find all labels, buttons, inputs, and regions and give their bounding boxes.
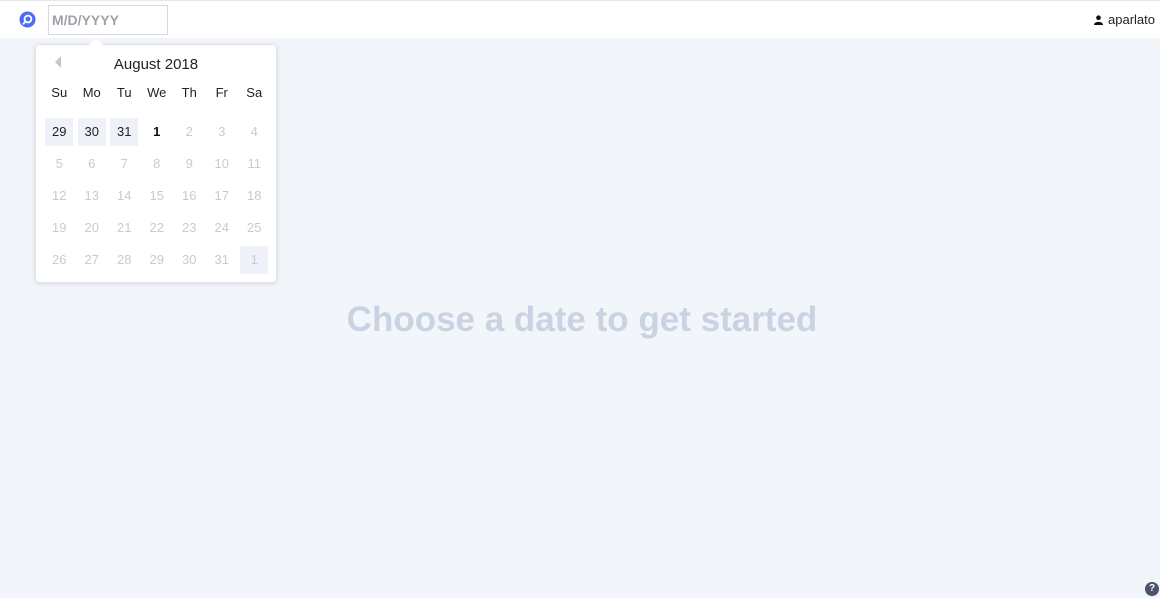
calendar-grid: 29 30 31 1 2 3 4 5 6 7 8 9 10 11 12 13 14 15 16 17 18 19 20 21 2… bbox=[43, 116, 271, 276]
calendar-day: 25 bbox=[238, 214, 271, 242]
calendar-day: 26 bbox=[43, 246, 76, 274]
day-number: 1 bbox=[153, 124, 161, 139]
day-number: 25 bbox=[247, 220, 262, 235]
calendar-day: 12 bbox=[43, 182, 76, 210]
weekday-label: Su bbox=[51, 85, 68, 100]
day-number: 23 bbox=[182, 220, 197, 235]
calendar-week: 19 20 21 22 23 24 25 bbox=[43, 212, 271, 244]
date-picker-popup: August 2018 Su Mo Tu We Th Fr Sa 29 30 31 1… bbox=[35, 38, 277, 283]
calendar-day[interactable]: 31 bbox=[108, 118, 141, 146]
day-number: 6 bbox=[88, 156, 96, 171]
calendar-week: 12 13 14 15 16 17 18 bbox=[43, 180, 271, 212]
calendar-day: 18 bbox=[238, 182, 271, 210]
calendar-week: 29 30 31 1 2 3 4 bbox=[43, 116, 271, 148]
calendar-day: 4 bbox=[238, 118, 271, 146]
calendar-day: 15 bbox=[141, 182, 174, 210]
weekday-label: We bbox=[147, 85, 167, 100]
calendar-day: 11 bbox=[238, 150, 271, 178]
weekday-label: Fr bbox=[215, 85, 228, 100]
calendar-day: 24 bbox=[206, 214, 239, 242]
calendar-day: 19 bbox=[43, 214, 76, 242]
calendar-day: 27 bbox=[76, 246, 109, 274]
calendar-day: 10 bbox=[206, 150, 239, 178]
calendar-day: 31 bbox=[206, 246, 239, 274]
empty-state-title: Choose a date to get started bbox=[346, 300, 818, 339]
calendar-day: 23 bbox=[173, 214, 206, 242]
month-title: August 2018 bbox=[113, 56, 199, 73]
calendar-day: 3 bbox=[206, 118, 239, 146]
day-number: 13 bbox=[84, 188, 99, 203]
calendar-day: 16 bbox=[173, 182, 206, 210]
calendar-day: 2 bbox=[173, 118, 206, 146]
day-number: 29 bbox=[52, 124, 67, 139]
calendar-day: 8 bbox=[141, 150, 174, 178]
calendar-week: 26 27 28 29 30 31 1 bbox=[43, 244, 271, 276]
day-number: 19 bbox=[52, 220, 67, 235]
day-number: 5 bbox=[55, 156, 63, 171]
date-input[interactable] bbox=[48, 5, 168, 35]
calendar-day: 6 bbox=[76, 150, 109, 178]
calendar-day: 20 bbox=[76, 214, 109, 242]
day-number: 27 bbox=[84, 252, 99, 267]
weekday-header: Su Mo Tu We Th Fr Sa bbox=[43, 85, 271, 100]
calendar-day: 5 bbox=[43, 150, 76, 178]
day-number: 2 bbox=[185, 124, 193, 139]
calendar-day[interactable]: 29 bbox=[43, 118, 76, 146]
day-number: 30 bbox=[84, 124, 99, 139]
help-icon[interactable]: ? bbox=[1145, 582, 1159, 596]
app-logo-icon[interactable] bbox=[19, 11, 36, 28]
username: aparlato bbox=[1108, 12, 1155, 27]
day-number: 14 bbox=[117, 188, 132, 203]
day-number: 17 bbox=[214, 188, 229, 203]
day-number: 10 bbox=[214, 156, 229, 171]
day-number: 28 bbox=[117, 252, 132, 267]
day-number: 16 bbox=[182, 188, 197, 203]
day-number: 31 bbox=[117, 124, 132, 139]
day-number: 11 bbox=[247, 156, 262, 171]
calendar-day: 29 bbox=[141, 246, 174, 274]
day-number: 31 bbox=[214, 252, 229, 267]
calendar-day: 17 bbox=[206, 182, 239, 210]
calendar-day: 1 bbox=[238, 246, 271, 274]
day-number: 4 bbox=[250, 124, 258, 139]
calendar-day: 13 bbox=[76, 182, 109, 210]
day-number: 8 bbox=[153, 156, 161, 171]
day-number: 7 bbox=[120, 156, 128, 171]
calendar-day: 30 bbox=[173, 246, 206, 274]
top-bar: aparlato bbox=[0, 0, 1160, 38]
calendar-day: 7 bbox=[108, 150, 141, 178]
calendar-week: 5 6 7 8 9 10 11 bbox=[43, 148, 271, 180]
day-number: 9 bbox=[185, 156, 193, 171]
day-number: 30 bbox=[182, 252, 197, 267]
calendar-day: 21 bbox=[108, 214, 141, 242]
day-number: 26 bbox=[52, 252, 67, 267]
popup-arrow bbox=[89, 38, 103, 45]
calendar-day[interactable]: 30 bbox=[76, 118, 109, 146]
user-menu[interactable]: aparlato bbox=[1094, 12, 1155, 27]
day-number: 21 bbox=[117, 220, 132, 235]
weekday-label: Tu bbox=[116, 85, 132, 100]
calendar-day: 28 bbox=[108, 246, 141, 274]
calendar-day: 9 bbox=[173, 150, 206, 178]
weekday-label: Th bbox=[181, 85, 197, 100]
day-number: 15 bbox=[149, 188, 164, 203]
day-number: 12 bbox=[52, 188, 67, 203]
calendar-day: 22 bbox=[141, 214, 174, 242]
day-number: 22 bbox=[149, 220, 164, 235]
day-number: 20 bbox=[84, 220, 99, 235]
weekday-label: Mo bbox=[82, 85, 101, 100]
calendar-day: 14 bbox=[108, 182, 141, 210]
day-number: 18 bbox=[247, 188, 262, 203]
day-number: 29 bbox=[149, 252, 164, 267]
day-number: 1 bbox=[250, 252, 258, 267]
day-number: 3 bbox=[218, 124, 226, 139]
weekday-label: Sa bbox=[246, 85, 263, 100]
day-number: 24 bbox=[214, 220, 229, 235]
calendar-day[interactable]: 1 bbox=[141, 118, 174, 146]
user-icon bbox=[1094, 14, 1104, 25]
